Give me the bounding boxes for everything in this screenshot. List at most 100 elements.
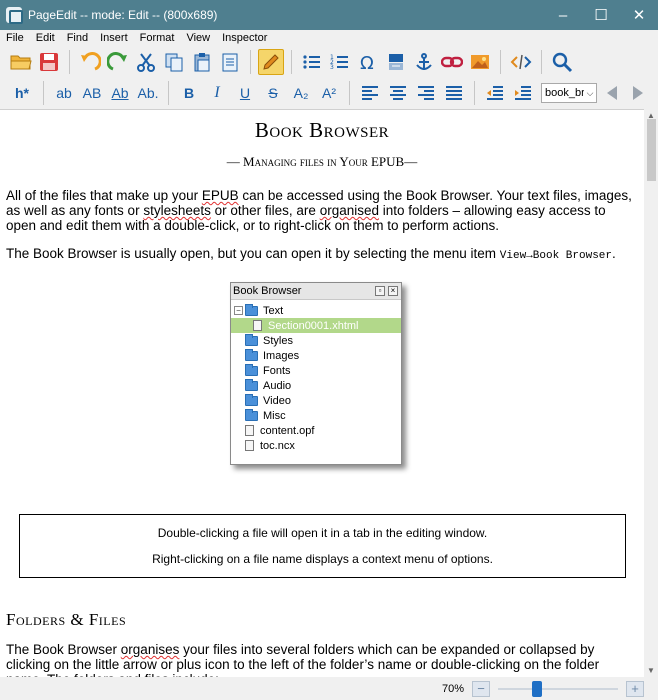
paste-special-icon[interactable] xyxy=(217,49,243,75)
tree-item-fonts-folder: Fonts xyxy=(231,363,401,378)
scrollbar-thumb[interactable] xyxy=(647,119,656,181)
folders-paragraph: The Book Browser organises your files in… xyxy=(6,642,638,677)
insert-file-icon[interactable] xyxy=(383,49,409,75)
style-select[interactable]: book_bro ⌵ xyxy=(541,83,597,103)
bold-button[interactable]: B xyxy=(176,80,202,106)
menu-view[interactable]: View xyxy=(180,32,216,44)
toolbar-separator xyxy=(69,50,70,74)
underline-button[interactable]: U xyxy=(232,80,258,106)
view-code-icon[interactable] xyxy=(508,49,534,75)
tree-item-misc-folder: Misc xyxy=(231,408,401,423)
zoom-out-button[interactable]: − xyxy=(472,680,490,697)
zoom-level: 70% xyxy=(441,682,464,695)
tree-item-audio-folder: Audio xyxy=(231,378,401,393)
folder-icon xyxy=(245,408,258,421)
folder-icon xyxy=(245,303,258,316)
tree-item-toc-ncx: toc.ncx xyxy=(231,438,401,453)
toolbar-separator xyxy=(250,50,251,74)
vertical-scrollbar[interactable]: ▲ ▼ xyxy=(644,109,658,677)
menu-insert[interactable]: Insert xyxy=(94,32,134,44)
italic-button[interactable]: I xyxy=(204,80,230,106)
text-run-organises: organises xyxy=(120,642,180,657)
minimize-button[interactable]: – xyxy=(544,0,582,30)
main-toolbar: 123 Ω xyxy=(0,46,658,78)
menu-file[interactable]: File xyxy=(0,32,30,44)
align-justify-icon[interactable] xyxy=(441,80,467,106)
insert-special-character-icon[interactable]: Ω xyxy=(355,49,381,75)
toolbar-separator xyxy=(474,81,475,105)
align-right-icon[interactable] xyxy=(413,80,439,106)
insert-link-icon[interactable] xyxy=(439,49,465,75)
redo-icon[interactable] xyxy=(105,49,131,75)
tree-item-video-folder: Video xyxy=(231,393,401,408)
superscript-button[interactable]: A² xyxy=(316,80,342,106)
back-arrow-icon[interactable] xyxy=(601,80,623,106)
style-select-value: book_bro xyxy=(545,87,584,99)
save-icon[interactable] xyxy=(36,49,62,75)
titlecase-button[interactable]: Ab xyxy=(107,80,133,106)
menu-instruction-paragraph: The Book Browser is usually open, but yo… xyxy=(6,246,638,264)
find-search-icon[interactable] xyxy=(549,49,575,75)
page-title: Book Browser xyxy=(254,118,390,142)
folder-icon xyxy=(245,393,258,406)
increase-indent-icon[interactable] xyxy=(510,80,536,106)
uppercase-button[interactable]: AB xyxy=(79,80,105,106)
tree-item-section-file: Section0001.xhtml xyxy=(231,318,401,333)
book-browser-figure: Book Browser ▫ × − Text Section0001.xhtm… xyxy=(230,282,402,465)
toolbar-separator xyxy=(168,81,169,105)
copy-icon[interactable] xyxy=(161,49,187,75)
numbered-list-icon[interactable]: 123 xyxy=(327,49,353,75)
tree-item-content-opf: content.opf xyxy=(231,423,401,438)
zoom-in-button[interactable]: + xyxy=(626,680,644,697)
menu-bar: File Edit Find Insert Format View Inspec… xyxy=(0,30,658,46)
zoom-slider-track xyxy=(498,687,618,690)
insert-anchor-icon[interactable] xyxy=(411,49,437,75)
menu-find[interactable]: Find xyxy=(61,32,94,44)
zoom-slider-handle[interactable] xyxy=(532,680,543,697)
note-line: Right-clicking on a file name displays a… xyxy=(152,552,493,566)
insert-image-icon[interactable] xyxy=(467,49,493,75)
paste-icon[interactable] xyxy=(189,49,215,75)
text-run-organised: organised xyxy=(319,203,379,218)
note-line: Double-clicking a file will open it in a… xyxy=(157,526,488,540)
window-title: PageEdit -- mode: Edit -- (800x689) xyxy=(28,8,218,22)
tree-item-text-folder: − Text xyxy=(231,303,401,318)
document-view[interactable]: Book Browser — Managing files in Your EP… xyxy=(0,109,644,677)
undo-icon[interactable] xyxy=(77,49,103,75)
text-run: All of the files that make up your xyxy=(6,188,202,203)
open-folder-icon[interactable] xyxy=(8,49,34,75)
edit-mode-pencil-icon[interactable] xyxy=(258,49,284,75)
align-center-icon[interactable] xyxy=(385,80,411,106)
cut-icon[interactable] xyxy=(133,49,159,75)
maximize-button[interactable]: ☐ xyxy=(582,0,620,30)
toolbar-separator xyxy=(291,50,292,74)
menu-path-code: View→Book Browser xyxy=(499,250,612,262)
close-button[interactable]: ✕ xyxy=(620,0,658,30)
toolbar-separator xyxy=(349,81,350,105)
toolbar-separator xyxy=(43,81,44,105)
folder-icon xyxy=(245,333,258,346)
strikethrough-button[interactable]: S xyxy=(260,80,286,106)
menu-edit[interactable]: Edit xyxy=(30,32,61,44)
menu-format[interactable]: Format xyxy=(134,32,181,44)
forward-arrow-icon[interactable] xyxy=(627,80,649,106)
float-icon: ▫ xyxy=(375,286,385,296)
zoom-slider[interactable] xyxy=(498,680,618,697)
heading-dropdown[interactable]: h* xyxy=(8,80,36,106)
align-left-icon[interactable] xyxy=(357,80,383,106)
toolbar-separator xyxy=(500,50,501,74)
format-toolbar: h* ab AB Ab Ab. B I U S A₂ A² book_bro ⌵ xyxy=(0,77,658,109)
decrease-indent-icon[interactable] xyxy=(482,80,508,106)
scroll-down-icon[interactable]: ▼ xyxy=(647,666,655,675)
svg-text:3: 3 xyxy=(330,64,334,71)
lowercase-button[interactable]: ab xyxy=(51,80,77,106)
text-run: The Book Browser is usually open, but yo… xyxy=(6,246,500,261)
menu-inspector[interactable]: Inspector xyxy=(216,32,273,44)
tree-item-styles-folder: Styles xyxy=(231,333,401,348)
file-icon xyxy=(245,440,254,451)
toolbar-separator xyxy=(541,50,542,74)
folder-icon xyxy=(245,363,258,376)
bullet-list-icon[interactable] xyxy=(299,49,325,75)
sentencecase-button[interactable]: Ab. xyxy=(135,80,161,106)
subscript-button[interactable]: A₂ xyxy=(288,80,314,106)
